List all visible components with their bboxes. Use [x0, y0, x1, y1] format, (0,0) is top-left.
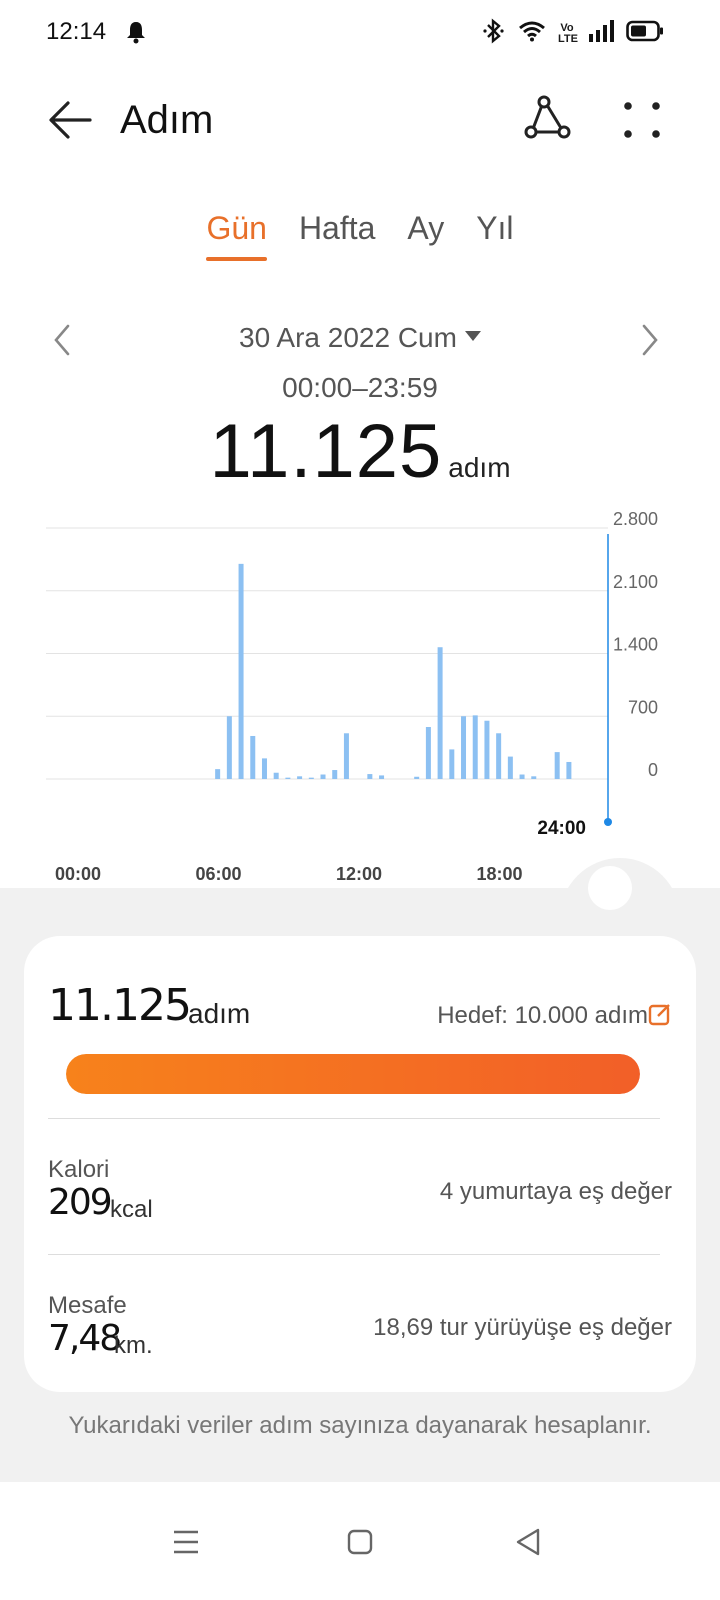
date-picker[interactable]: 30 Ara 2022 Cum — [0, 322, 720, 354]
date-navigator: 30 Ara 2022 Cum — [0, 318, 720, 362]
signal-icon — [588, 20, 614, 47]
distance-unit: km. — [114, 1332, 153, 1359]
calories-label: Kalori — [48, 1156, 110, 1183]
step-bar — [285, 777, 291, 779]
step-bar — [297, 776, 303, 779]
step-bar — [320, 774, 326, 779]
steps-chart[interactable]: 2.800 2.100 1.400 700 0 00:00 06:00 12:00 18:00 2… — [0, 500, 720, 900]
more-dots-icon[interactable] — [622, 98, 662, 142]
goal-text: Hedef: 10.000 adım — [437, 1002, 648, 1029]
step-bar — [250, 735, 256, 779]
time-range: 00:00–23:59 — [282, 372, 438, 403]
status-bar: 12:14 Vo LTE — [0, 0, 720, 64]
divider — [48, 1254, 660, 1255]
step-bar — [414, 776, 420, 779]
tab-hafta[interactable]: Hafta — [299, 210, 375, 261]
distance-value: 7,48 — [48, 1318, 122, 1359]
wifi-icon — [518, 20, 546, 47]
period-tabs: Gün Hafta Ay Yıl — [0, 210, 720, 261]
step-bar — [472, 715, 478, 779]
x-tick-label: 00:00 — [55, 864, 101, 884]
summary-card: 11.125 adım Hedef: 10.000 adım Kalori 20… — [24, 936, 696, 1392]
steps-bar-chart: 2.800 2.100 1.400 700 0 00:00 06:00 12:00 18:00 2… — [46, 509, 658, 884]
step-bar — [308, 777, 314, 779]
goal-progress-bar — [66, 1054, 640, 1094]
distance-label: Mesafe — [48, 1292, 127, 1319]
tab-yıl[interactable]: Yıl — [476, 210, 513, 261]
y-tick-label: 700 — [628, 697, 658, 717]
step-bar — [484, 720, 490, 779]
x-tick-label: 06:00 — [195, 864, 241, 884]
status-icons: Vo LTE — [482, 18, 664, 49]
chart-handle-knob[interactable] — [588, 866, 632, 910]
step-bar — [449, 749, 455, 779]
y-tick-label: 2.800 — [613, 509, 658, 529]
bluetooth-icon — [482, 18, 506, 49]
step-bar — [238, 563, 244, 779]
total-steps-value: 11.125 — [209, 409, 443, 494]
step-bar — [261, 758, 267, 779]
card-steps-unit: adım — [188, 998, 251, 1029]
next-day-chevron-icon[interactable] — [634, 320, 664, 360]
caret-down-icon — [464, 330, 481, 341]
step-bar — [507, 756, 513, 779]
system-navigation-bar — [0, 1482, 720, 1600]
date-text: 30 Ara 2022 Cum — [239, 322, 457, 353]
step-bar — [226, 716, 232, 779]
share-route-icon[interactable] — [524, 94, 572, 142]
current-time-label: 24:00 — [537, 818, 586, 839]
step-bar — [531, 776, 537, 779]
battery-icon — [626, 20, 664, 47]
step-bar — [343, 733, 349, 779]
y-tick-label: 1.400 — [613, 635, 658, 655]
x-tick-label: 12:00 — [336, 864, 382, 884]
bell-icon — [126, 20, 146, 49]
calories-equivalent: 4 yumurtaya eş değer — [439, 1178, 672, 1205]
volte-icon: Vo LTE — [558, 21, 578, 45]
home-icon[interactable] — [340, 1522, 380, 1562]
step-bar — [566, 761, 572, 779]
step-bar — [332, 770, 338, 779]
step-bar — [461, 716, 467, 779]
step-bar — [215, 769, 221, 779]
step-bar — [379, 775, 385, 779]
y-tick-label: 0 — [648, 760, 658, 780]
current-time-dot — [604, 818, 612, 826]
tab-ay[interactable]: Ay — [407, 210, 444, 261]
footnote: Yukarıdaki veriler adım sayınıza dayanar… — [68, 1412, 652, 1439]
calories-unit: kcal — [110, 1196, 153, 1223]
calories-value: 209 — [48, 1182, 113, 1223]
total-steps-unit: adım — [448, 452, 511, 483]
status-time: 12:14 — [46, 18, 107, 45]
step-bar — [519, 774, 525, 779]
goal-progress-fill — [66, 1054, 640, 1094]
daily-total: 11.125 adım — [0, 408, 720, 495]
distance-equivalent: 18,69 tur yürüyüşe eş değer — [373, 1314, 672, 1341]
edit-goal-icon[interactable] — [648, 1002, 672, 1026]
step-bar — [496, 733, 502, 779]
step-bar — [367, 774, 373, 779]
step-bar — [437, 647, 443, 779]
menu-icon[interactable] — [166, 1522, 206, 1562]
step-bar — [273, 772, 279, 779]
back-triangle-icon[interactable] — [508, 1522, 548, 1562]
tab-gün[interactable]: Gün — [206, 210, 268, 261]
step-bar — [425, 727, 431, 779]
back-arrow-icon[interactable] — [48, 98, 92, 142]
divider — [48, 1118, 660, 1119]
card-steps-value: 11.125 — [48, 980, 192, 1031]
page-title: Adım — [120, 98, 214, 142]
app-bar: Adım — [0, 80, 720, 160]
step-bar — [554, 752, 560, 779]
y-tick-label: 2.100 — [613, 572, 658, 592]
x-tick-label: 18:00 — [476, 864, 522, 884]
